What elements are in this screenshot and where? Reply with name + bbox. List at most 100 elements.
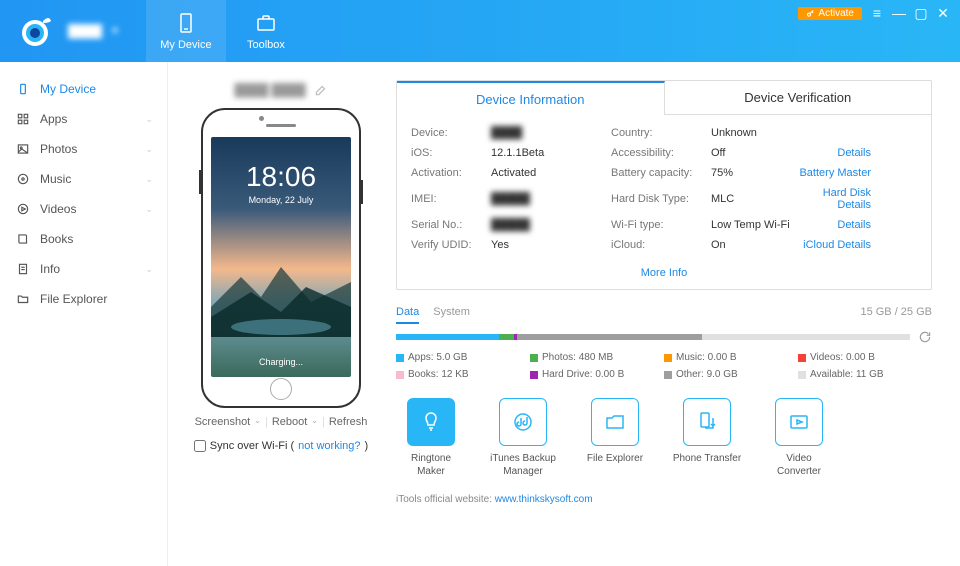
home-button-icon: [270, 378, 292, 400]
legend-item: Videos: 0.00 B: [798, 352, 932, 363]
books-icon: [16, 232, 30, 246]
music-icon: [16, 172, 30, 186]
legend-item: Music: 0.00 B: [664, 352, 798, 363]
val-hdtype: MLC: [711, 193, 791, 205]
info-column: Device Information Device Verification D…: [396, 80, 932, 558]
close-icon[interactable]: ✕: [936, 6, 950, 20]
refresh-button[interactable]: Refresh: [329, 416, 368, 428]
storage-tab-system[interactable]: System: [433, 306, 470, 324]
sidebar: My Device Apps ⌄ Photos ⌄ Music ⌄ Videos…: [0, 62, 168, 566]
not-working-link[interactable]: not working?: [298, 440, 360, 452]
sidebar-label: Apps: [40, 112, 67, 126]
val-imei: █████: [491, 193, 611, 205]
header-tab-mydevice[interactable]: My Device: [146, 0, 226, 62]
label-wifi: Wi-Fi type:: [611, 219, 711, 231]
label-icloud: iCloud:: [611, 239, 711, 251]
edit-icon[interactable]: [314, 83, 328, 97]
storage-tab-data[interactable]: Data: [396, 306, 419, 324]
link-hd-details[interactable]: Hard Disk Details: [791, 187, 871, 211]
chevron-down-icon: ⌄: [145, 174, 153, 185]
val-activation: Activated: [491, 167, 611, 179]
sync-wifi-checkbox[interactable]: [194, 440, 206, 452]
tool-label: Ringtone Maker: [396, 452, 466, 478]
sidebar-label: Videos: [40, 202, 76, 216]
sidebar-item-info[interactable]: Info ⌄: [0, 254, 167, 284]
wallpaper-illustration: [211, 257, 351, 337]
val-accessibility: Off: [711, 147, 791, 159]
activate-button[interactable]: Activate: [798, 7, 862, 20]
tools-row: Ringtone Maker iTunes Backup Manager File …: [396, 398, 932, 478]
label-verify: Verify UDID:: [411, 239, 491, 251]
footer-link: iTools official website: www.thinkskysof…: [396, 494, 932, 505]
maximize-icon[interactable]: ▢: [914, 6, 928, 20]
apps-icon: [16, 112, 30, 126]
header-tab-label: Toolbox: [247, 39, 285, 51]
sidebar-label: Books: [40, 232, 73, 246]
screenshot-button[interactable]: Screenshot: [195, 416, 251, 428]
photos-icon: [16, 142, 30, 156]
tool-label: iTunes Backup Manager: [488, 452, 558, 478]
tool-icon: [683, 398, 731, 446]
chevron-down-icon: ⌄: [145, 114, 153, 125]
val-battery: 75%: [711, 167, 791, 179]
window-controls: Activate ≡ — ▢ ✕: [798, 6, 950, 20]
sidebar-item-books[interactable]: Books: [0, 224, 167, 254]
sidebar-item-fileexplorer[interactable]: File Explorer: [0, 284, 167, 314]
website-link[interactable]: www.thinkskysoft.com: [495, 494, 593, 505]
sync-label: Sync over Wi-Fi (: [210, 440, 294, 452]
chevron-down-icon: ⌄: [145, 144, 153, 155]
sidebar-item-photos[interactable]: Photos ⌄: [0, 134, 167, 164]
label-serial: Serial No.:: [411, 219, 491, 231]
tool-itunes-backup-manager[interactable]: iTunes Backup Manager: [488, 398, 558, 478]
reboot-button[interactable]: Reboot: [272, 416, 307, 428]
link-wifi-details[interactable]: Details: [791, 219, 871, 231]
storage-legend: Apps: 5.0 GBPhotos: 480 MBMusic: 0.00 BV…: [396, 352, 932, 380]
tool-icon: [499, 398, 547, 446]
val-icloud: On: [711, 239, 791, 251]
label-ios: iOS:: [411, 147, 491, 159]
chevron-down-icon: ⌄: [145, 264, 153, 275]
minimize-icon[interactable]: —: [892, 6, 906, 20]
device-icon: [174, 11, 198, 35]
val-ios: 12.1.1Beta: [491, 147, 611, 159]
legend-item: Other: 9.0 GB: [664, 369, 798, 380]
phone-date: Monday, 22 July: [249, 195, 314, 205]
menu-icon[interactable]: ≡: [870, 6, 884, 20]
phone-preview: 18:06 Monday, 22 July Charging...: [201, 108, 361, 408]
sidebar-item-mydevice[interactable]: My Device: [0, 74, 167, 104]
tool-ringtone-maker[interactable]: Ringtone Maker: [396, 398, 466, 478]
tool-video-converter[interactable]: Video Converter: [764, 398, 834, 478]
chevron-down-icon: ⌄: [145, 204, 153, 215]
tool-label: File Explorer: [587, 452, 643, 465]
phone-column: ████ ████ 18:06 Monday, 22 July Charging…: [186, 80, 376, 558]
link-battery-master[interactable]: Battery Master: [791, 167, 871, 179]
tool-file-explorer[interactable]: File Explorer: [580, 398, 650, 478]
tool-icon: [775, 398, 823, 446]
legend-item: Available: 11 GB: [798, 369, 932, 380]
header-tab-toolbox[interactable]: Toolbox: [226, 0, 306, 62]
label-activation: Activation:: [411, 167, 491, 179]
link-icloud-details[interactable]: iCloud Details: [791, 239, 871, 251]
val-wifi: Low Temp Wi-Fi: [711, 219, 791, 231]
tab-device-verification[interactable]: Device Verification: [665, 81, 932, 115]
val-country: Unknown: [711, 127, 791, 139]
sidebar-item-videos[interactable]: Videos ⌄: [0, 194, 167, 224]
videos-icon: [16, 202, 30, 216]
tool-phone-transfer[interactable]: Phone Transfer: [672, 398, 742, 478]
refresh-icon[interactable]: [918, 330, 932, 344]
header-tab-label: My Device: [160, 39, 211, 51]
link-accessibility-details[interactable]: Details: [791, 147, 871, 159]
more-info-link[interactable]: More Info: [397, 257, 931, 289]
app-logo: [10, 6, 60, 56]
label-hdtype: Hard Disk Type:: [611, 193, 711, 205]
main-content: ████ ████ 18:06 Monday, 22 July Charging…: [168, 62, 960, 566]
legend-item: Photos: 480 MB: [530, 352, 664, 363]
label-battery: Battery capacity:: [611, 167, 711, 179]
sidebar-label: File Explorer: [40, 292, 107, 306]
sidebar-item-apps[interactable]: Apps ⌄: [0, 104, 167, 134]
tool-label: Phone Transfer: [673, 452, 741, 465]
tab-device-information[interactable]: Device Information: [397, 81, 665, 115]
device-dropdown[interactable]: ████▼: [68, 24, 120, 38]
toolbox-icon: [254, 11, 278, 35]
sidebar-item-music[interactable]: Music ⌄: [0, 164, 167, 194]
